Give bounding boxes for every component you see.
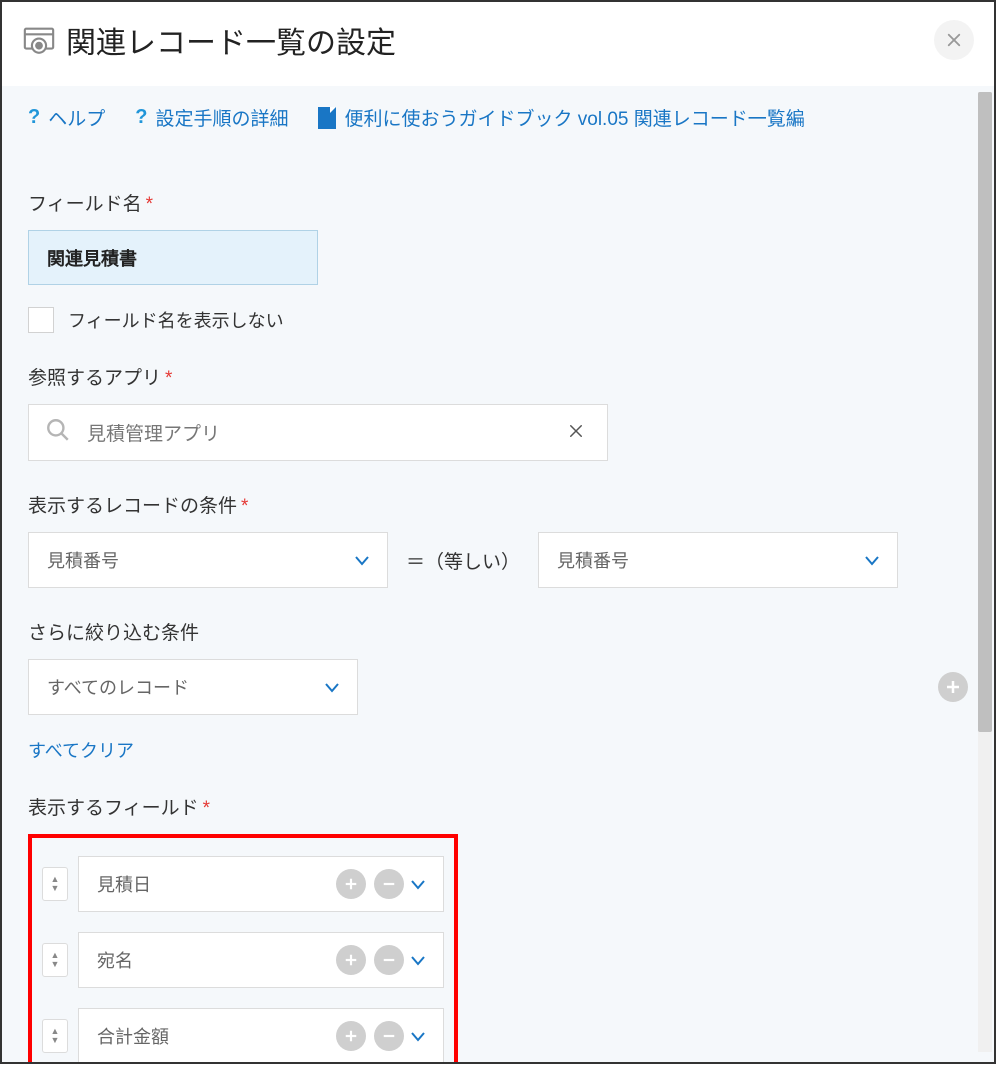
field-value: 合計金額: [97, 1023, 169, 1049]
dialog-header: 関連レコード一覧の設定: [2, 2, 994, 86]
chevron-down-icon: [355, 550, 369, 571]
condition-left-select[interactable]: 見積番号: [28, 532, 388, 588]
drag-handle[interactable]: ▲▼: [42, 943, 68, 977]
help-detail-label: 設定手順の詳細: [155, 104, 288, 131]
add-field-button[interactable]: [336, 1021, 366, 1051]
help-bar: ? ヘルプ ? 設定手順の詳細 便利に使おうガイドブック vol.05 関連レコ…: [2, 86, 994, 149]
display-fields-box: ▲▼ 見積日 ▲▼ 宛名: [28, 834, 458, 1064]
fieldname-label: フィールド名*: [28, 189, 968, 216]
question-icon: ?: [28, 106, 40, 129]
dialog-body: フィールド名* フィールド名を表示しない 参照するアプリ* 見積管理アプリ 表示…: [2, 149, 994, 1064]
clear-all-link[interactable]: すべてクリア: [28, 737, 134, 763]
help-link[interactable]: ? ヘルプ: [28, 104, 105, 131]
field-row-actions: [336, 869, 404, 899]
help-detail-link[interactable]: ? 設定手順の詳細: [135, 104, 288, 131]
document-icon: [318, 107, 336, 129]
question-icon: ?: [135, 106, 147, 129]
refapp-label: 参照するアプリ*: [28, 363, 968, 390]
guidebook-link[interactable]: 便利に使おうガイドブック vol.05 関連レコード一覧編: [318, 104, 804, 131]
add-field-button[interactable]: [336, 945, 366, 975]
chevron-down-icon: [325, 677, 339, 698]
chevron-down-icon: [411, 874, 425, 895]
chevron-down-icon: [411, 1026, 425, 1047]
remove-field-button[interactable]: [374, 1021, 404, 1051]
chevron-down-icon: [411, 950, 425, 971]
hide-fieldname-row: フィールド名を表示しない: [28, 307, 968, 333]
dialog-container: 関連レコード一覧の設定 ? ヘルプ ? 設定手順の詳細 便利に使おうガイドブック…: [0, 0, 996, 1064]
refapp-search[interactable]: 見積管理アプリ: [28, 404, 608, 461]
condition-label: 表示するレコードの条件*: [28, 491, 968, 518]
dialog-title: 関連レコード一覧の設定: [66, 18, 396, 62]
condition-right-select[interactable]: 見積番号: [538, 532, 898, 588]
fieldname-input[interactable]: [28, 230, 318, 285]
condition-row: 見積番号 ＝（等しい） 見積番号: [28, 532, 968, 588]
refapp-clear-button[interactable]: [561, 420, 591, 446]
help-label: ヘルプ: [48, 104, 105, 131]
chevron-down-icon: [865, 550, 879, 571]
remove-field-button[interactable]: [374, 945, 404, 975]
filter-value: すべてのレコード: [47, 674, 189, 700]
condition-right-value: 見積番号: [557, 547, 629, 573]
guidebook-label: 便利に使おうガイドブック vol.05 関連レコード一覧編: [344, 104, 804, 131]
search-icon: [45, 417, 71, 448]
field-value: 宛名: [97, 947, 133, 973]
related-records-icon: [22, 23, 56, 57]
field-value: 見積日: [97, 871, 151, 897]
display-fields-label: 表示するフィールド*: [28, 793, 968, 820]
drag-handle[interactable]: ▲▼: [42, 867, 68, 901]
condition-left-value: 見積番号: [47, 547, 119, 573]
refapp-value: 見積管理アプリ: [87, 419, 561, 446]
remove-field-button[interactable]: [374, 869, 404, 899]
filter-select[interactable]: すべてのレコード: [28, 659, 358, 715]
filter-row: すべてのレコード: [28, 659, 968, 715]
field-row-actions: [336, 945, 404, 975]
condition-operator: ＝（等しい）: [406, 547, 520, 574]
add-filter-button[interactable]: [938, 672, 968, 702]
drag-handle[interactable]: ▲▼: [42, 1019, 68, 1053]
filter-label: さらに絞り込む条件: [28, 618, 968, 645]
add-field-button[interactable]: [336, 869, 366, 899]
hide-fieldname-checkbox[interactable]: [28, 307, 54, 333]
field-row-actions: [336, 1021, 404, 1051]
scrollbar[interactable]: [978, 92, 992, 1052]
hide-fieldname-label: フィールド名を表示しない: [68, 307, 284, 333]
scrollbar-thumb[interactable]: [978, 92, 992, 732]
close-button[interactable]: [934, 20, 974, 60]
